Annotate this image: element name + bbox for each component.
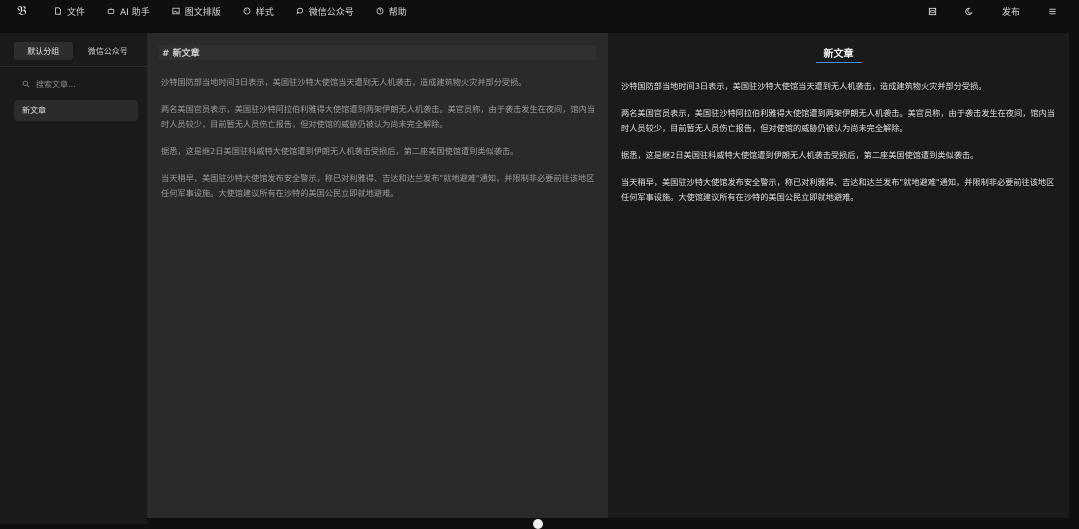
publish-button[interactable]: 发布 <box>1002 5 1020 18</box>
preview-paragraph: 当天稍早，美国驻沙特大使馆发布安全警示，称已对利雅得、吉达和达兰发布"就地避难"… <box>621 177 1055 202</box>
menu-file-label: 文件 <box>67 7 86 18</box>
search-input[interactable] <box>36 79 136 89</box>
menu-help[interactable]: 帮助 <box>376 5 407 18</box>
resize-handle[interactable] <box>533 519 543 529</box>
menu-layout-label: 图文排版 <box>184 7 221 18</box>
editor-content[interactable]: 沙特国防部当地时间3日表示，美国驻沙特大使馆当天遭到无人机袭击，造成建筑物火灾并… <box>147 60 608 201</box>
preview-title-wrap: 新文章 <box>608 33 1069 63</box>
preview-paragraph: 据悉，这是继2日美国驻科威特大使馆遭到伊朗无人机袭击受损后，第二座美国使馆遭到类… <box>621 150 979 160</box>
hamburger-icon <box>1049 8 1056 14</box>
preview-title: 新文章 <box>815 45 862 63</box>
file-icon <box>55 7 61 15</box>
list-item[interactable]: 新文章 <box>14 100 138 121</box>
preview-paragraph: 沙特国防部当地时间3日表示，美国驻沙特大使馆当天遭到无人机袭击，造成建筑物火灾并… <box>621 81 987 91</box>
editor-heading-line: # 新文章 <box>159 45 596 60</box>
menu-file[interactable]: 文件 <box>54 5 85 18</box>
app-logo[interactable]: 𝔅 <box>10 2 34 20</box>
preview-content: 沙特国防部当地时间3日表示，美国驻沙特大使馆当天遭到无人机袭击，造成建筑物火灾并… <box>608 63 1069 205</box>
menu-style[interactable]: 样式 <box>243 5 274 18</box>
theme-toggle-button[interactable] <box>965 7 974 16</box>
menu-ai-label: AI 助手 <box>120 7 150 18</box>
palette-icon <box>243 7 251 15</box>
menu-help-label: 帮助 <box>388 7 407 18</box>
editor-paragraph: 沙特国防部当地时间3日表示，美国驻沙特大使馆当天遭到无人机袭击，造成建筑物火灾并… <box>161 77 527 87</box>
markdown-editor[interactable]: # 新文章 沙特国防部当地时间3日表示，美国驻沙特大使馆当天遭到无人机袭击，造成… <box>147 33 608 518</box>
ai-icon <box>107 7 115 14</box>
help-icon <box>376 7 384 15</box>
article-sidebar: 默认分组 微信公众号 新文章 <box>0 33 147 524</box>
article-search <box>0 67 147 93</box>
preview-paragraph: 两名美国官员表示，美国驻沙特阿拉伯利雅得大使馆遭到两架伊朗无人机袭击。美官员称，… <box>621 108 1055 133</box>
tab-wechat[interactable]: 微信公众号 <box>79 42 138 60</box>
editor-paragraph: 据悉，这是继2日美国驻科威特大使馆遭到伊朗无人机袭击受损后，第二座美国使馆遭到类… <box>161 146 519 156</box>
editor-paragraph: 当天稍早，美国驻沙特大使馆发布安全警示，称已对利雅得、吉达和达兰发布"就地避难"… <box>161 173 595 198</box>
wechat-icon <box>296 7 303 15</box>
publish-label: 发布 <box>1001 7 1020 18</box>
image-icon <box>172 7 180 15</box>
menu-wechat-label: 微信公众号 <box>308 7 354 18</box>
more-menu-button[interactable] <box>1048 7 1057 16</box>
save-button[interactable] <box>928 7 937 16</box>
menu-wechat[interactable]: 微信公众号 <box>296 5 354 18</box>
search-icon <box>22 80 30 88</box>
editor-paragraph: 两名美国官员表示，美国驻沙特阿拉伯利雅得大使馆遭到两架伊朗无人机袭击。美官员称，… <box>161 104 595 129</box>
top-menu-bar: 𝔅 文件 AI 助手 图文排版 样式 微信公众号 帮助 发布 <box>0 0 1079 22</box>
menu-style-label: 样式 <box>255 7 274 18</box>
menu-ai-assistant[interactable]: AI 助手 <box>107 5 150 18</box>
right-toolbar: 发布 <box>900 0 1079 22</box>
sidebar-tabs: 默认分组 微信公众号 <box>0 33 147 60</box>
save-icon <box>928 7 937 15</box>
menu-layout[interactable]: 图文排版 <box>172 5 221 18</box>
article-preview: 新文章 沙特国防部当地时间3日表示，美国驻沙特大使馆当天遭到无人机袭击，造成建筑… <box>608 33 1069 518</box>
theme-icon <box>965 7 973 15</box>
tab-default-group[interactable]: 默认分组 <box>14 42 73 60</box>
